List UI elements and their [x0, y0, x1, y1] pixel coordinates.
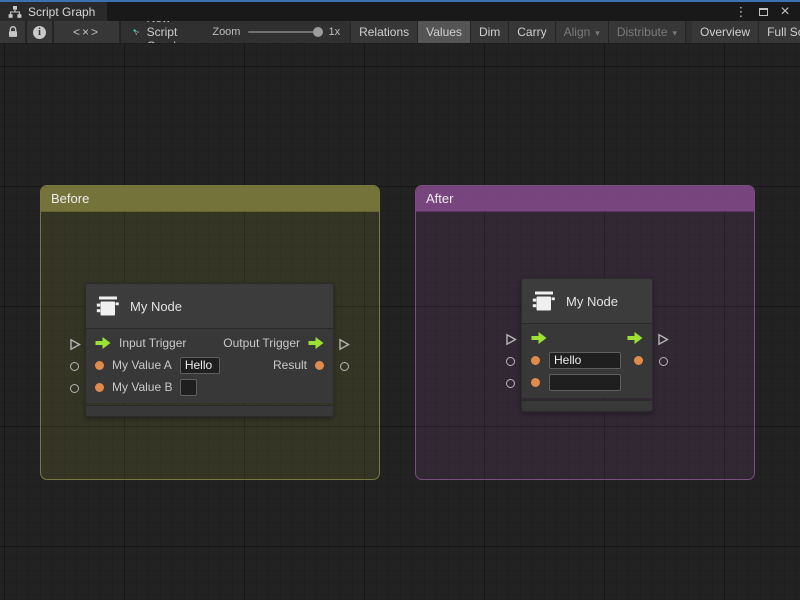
overview-button[interactable]: Overview [692, 21, 759, 43]
value-b-input[interactable] [180, 379, 197, 396]
value-b-port-icon[interactable] [531, 378, 540, 387]
lock-icon [6, 25, 20, 39]
result-port-outer[interactable] [340, 362, 349, 371]
flow-out-arrow-icon[interactable] [308, 337, 324, 349]
value-a-port-outer[interactable] [70, 362, 79, 371]
value-b-row: My Value B [86, 376, 333, 398]
info-icon [33, 26, 46, 39]
sitemap-icon [8, 6, 22, 18]
close-icon[interactable]: × [776, 3, 794, 20]
group-after-header[interactable]: After [416, 186, 754, 212]
node-body [522, 324, 652, 398]
group-before-header[interactable]: Before [41, 186, 379, 212]
flow-row [522, 327, 652, 349]
window-controls: ⋮ × [732, 2, 800, 21]
flow-in-arrow-icon[interactable] [95, 337, 111, 349]
window-focus-line [0, 0, 800, 2]
result-port-icon[interactable] [634, 356, 643, 365]
flow-out-label: Output Trigger [223, 336, 300, 350]
distribute-label: Distribute [617, 25, 668, 39]
value-b-input[interactable] [549, 374, 621, 391]
graph-canvas[interactable]: Before After [0, 44, 800, 600]
flow-row: Input Trigger Output Trigger [86, 332, 333, 354]
graph-name: New Script Graph [147, 21, 189, 44]
flow-input-port-outer[interactable] [505, 333, 517, 346]
script-graph-icon [133, 25, 140, 39]
value-a-row: My Value A Result [86, 354, 333, 376]
value-a-row [522, 349, 652, 371]
node-footer [522, 400, 652, 411]
value-a-input[interactable] [549, 352, 621, 369]
node-title: My Node [130, 299, 182, 314]
value-a-port-icon[interactable] [95, 361, 104, 370]
align-dropdown[interactable]: Align ▾ [556, 21, 609, 43]
chevron-down-icon: ▾ [595, 28, 600, 39]
tab-bar: Script Graph ⋮ × [0, 2, 800, 21]
lock-button[interactable] [0, 21, 26, 43]
graph-breadcrumb[interactable]: New Script Graph [121, 21, 202, 43]
node-title: My Node [566, 294, 618, 309]
value-b-port-outer[interactable] [506, 379, 515, 388]
code-view-button[interactable]: <×> [54, 21, 120, 43]
unit-icon [96, 296, 121, 317]
value-a-input[interactable] [180, 357, 220, 374]
value-a-port-icon[interactable] [531, 356, 540, 365]
flow-in-label: Input Trigger [119, 336, 186, 350]
group-after-label: After [426, 191, 453, 206]
value-a-label: My Value A [112, 358, 172, 372]
dim-button[interactable]: Dim [471, 21, 509, 43]
relations-button[interactable]: Relations [351, 21, 418, 43]
node-footer [86, 405, 333, 416]
node-my-node-before[interactable]: My Node Input Trigger Output Trigger My … [85, 283, 334, 417]
result-port-icon[interactable] [315, 361, 324, 370]
unit-icon [532, 291, 557, 312]
tab-script-graph[interactable]: Script Graph [0, 2, 107, 21]
inspector-button[interactable] [27, 21, 53, 43]
carry-button[interactable]: Carry [509, 21, 555, 43]
result-port-outer[interactable] [659, 357, 668, 366]
code-view-icon: <×> [73, 25, 100, 39]
maximize-glyph [759, 8, 768, 16]
values-button[interactable]: Values [418, 21, 471, 43]
tab-title: Script Graph [28, 5, 95, 19]
node-my-node-after[interactable]: My Node [521, 278, 653, 412]
value-b-label: My Value B [112, 380, 172, 394]
more-menu-icon[interactable]: ⋮ [732, 3, 750, 20]
result-label: Result [273, 358, 307, 372]
node-body: Input Trigger Output Trigger My Value A … [86, 329, 333, 403]
chevron-down-icon: ▾ [673, 28, 678, 39]
flow-input-port-outer[interactable] [69, 338, 81, 351]
zoom-control: Zoom 1x [202, 21, 350, 43]
value-b-port-outer[interactable] [70, 384, 79, 393]
value-a-port-outer[interactable] [506, 357, 515, 366]
value-b-port-icon[interactable] [95, 383, 104, 392]
align-label: Align [564, 25, 591, 39]
distribute-dropdown[interactable]: Distribute ▾ [609, 21, 686, 43]
zoom-value: 1x [328, 26, 340, 38]
flow-out-arrow-icon[interactable] [627, 332, 643, 344]
flow-output-port-outer[interactable] [657, 333, 669, 346]
value-b-row [522, 371, 652, 393]
flow-output-port-outer[interactable] [338, 338, 350, 351]
node-header[interactable]: My Node [522, 279, 652, 324]
maximize-icon[interactable] [754, 3, 772, 20]
flow-in-arrow-icon[interactable] [531, 332, 547, 344]
zoom-label: Zoom [212, 26, 240, 38]
full-screen-button[interactable]: Full Screen [759, 21, 800, 43]
zoom-slider-knob[interactable] [313, 27, 323, 37]
group-before-label: Before [51, 191, 89, 206]
graph-toolbar: <×> New Script Graph Zoom 1x Relations V… [0, 21, 800, 44]
script-graph-window: Script Graph ⋮ × <×> [0, 0, 800, 600]
node-header[interactable]: My Node [86, 284, 333, 329]
zoom-slider[interactable] [248, 31, 320, 33]
